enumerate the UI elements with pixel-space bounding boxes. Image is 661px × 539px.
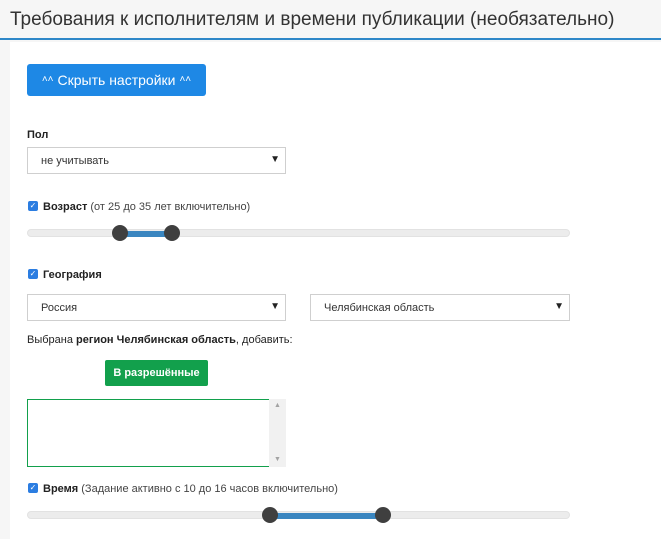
country-select[interactable]: Россия ▼	[27, 294, 286, 321]
time-slider[interactable]	[27, 507, 570, 523]
age-label: Возраст (от 25 до 35 лет включительно)	[43, 201, 250, 213]
hide-settings-button[interactable]: ˄˄ Скрыть настройки ˄˄	[27, 64, 206, 96]
age-slider-min-handle[interactable]	[111, 225, 128, 241]
caret-down-icon: ▼	[554, 301, 564, 312]
region-select-value: Челябинская область	[324, 301, 435, 314]
country-select-value: Россия	[41, 301, 78, 314]
hide-settings-label: Скрыть настройки	[57, 72, 176, 88]
scroll-down-icon[interactable]: ▼	[269, 453, 286, 467]
caret-down-icon: ▼	[270, 301, 280, 312]
double-chevron-up-icon: ˄˄	[179, 74, 192, 85]
age-hint: (от 25 до 35 лет включительно)	[90, 201, 251, 213]
gender-select-value: не учитывать	[41, 154, 109, 167]
gender-select[interactable]: не учитывать ▼	[27, 147, 286, 174]
section-title: Требования к исполнителям и времени публ…	[10, 9, 615, 30]
time-slider-range	[270, 513, 383, 519]
time-checkbox[interactable]: ✓	[28, 483, 38, 493]
age-slider[interactable]	[27, 225, 570, 241]
time-label: Время (Задание активно с 10 до 16 часов …	[43, 483, 338, 495]
double-chevron-up-icon: ˄˄	[41, 74, 54, 85]
age-checkbox[interactable]: ✓	[28, 201, 38, 211]
geo-checkbox[interactable]: ✓	[28, 269, 38, 279]
region-select[interactable]: Челябинская область ▼	[310, 294, 570, 321]
time-title: Время	[43, 483, 79, 495]
selection-text: Выбрана регион Челябинская область, доба…	[27, 334, 293, 346]
caret-down-icon: ▼	[270, 154, 280, 165]
geo-label: География	[43, 269, 102, 281]
add-to-allowed-button[interactable]: В разрешённые	[105, 360, 208, 386]
regions-list-textarea[interactable]	[27, 399, 286, 467]
textarea-scrollbar[interactable]: ▲ ▼	[269, 399, 286, 467]
age-slider-max-handle[interactable]	[164, 225, 181, 241]
age-title: Возраст	[43, 201, 88, 213]
gender-label: Пол	[27, 129, 49, 141]
section-header: Требования к исполнителям и времени публ…	[0, 0, 661, 40]
time-slider-from-handle[interactable]	[262, 507, 279, 523]
time-slider-to-handle[interactable]	[374, 507, 391, 523]
scroll-up-icon[interactable]: ▲	[269, 399, 286, 413]
settings-panel: ˄˄ Скрыть настройки ˄˄ Пол не учитывать …	[10, 42, 661, 539]
time-hint: (Задание активно с 10 до 16 часов включи…	[81, 483, 338, 495]
